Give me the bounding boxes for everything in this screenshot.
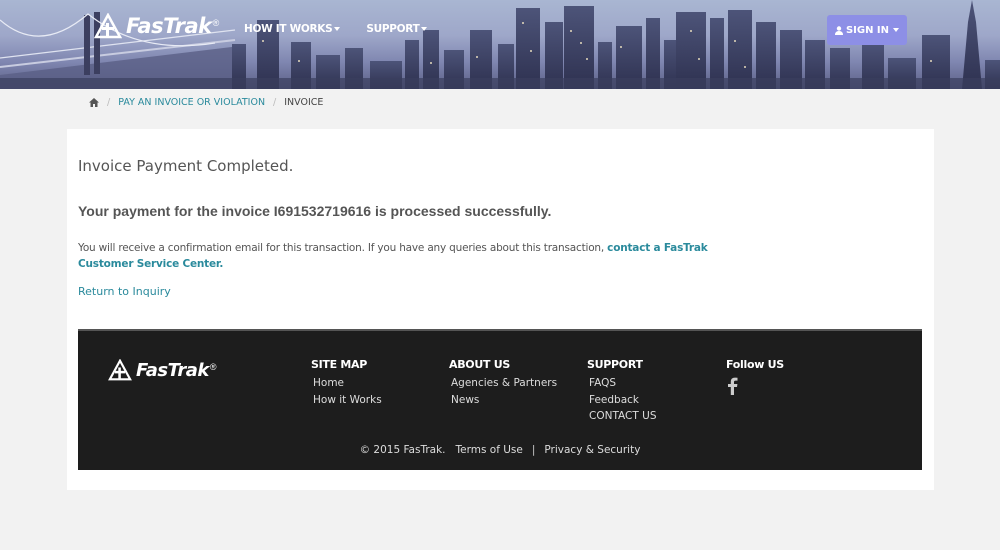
brand-name: FasTrak [126,14,212,38]
footer-fastrak-logo[interactable]: FasTrak ® [108,359,217,381]
facebook-icon[interactable] [726,377,738,395]
footer-heading-follow: Follow US [726,358,784,371]
footer-heading-support: SUPPORT [587,358,643,371]
sign-in-button[interactable]: SIGN IN [827,15,907,45]
brand-registered-mark: ® [212,18,220,28]
sign-in-label: SIGN IN [845,24,890,36]
confirmation-info-period: . [219,258,224,270]
footer-link-faqs[interactable]: FAQS [587,375,656,392]
return-to-inquiry-link[interactable]: Return to Inquiry [78,285,171,298]
fastrak-logo[interactable]: FasTrak ® [94,13,219,39]
footer-separator: | [531,444,536,456]
nav-support[interactable]: SUPPORT [366,23,428,35]
footer-link-contact-us[interactable]: CONTACT US [587,408,656,425]
footer-col-support: SUPPORT FAQS Feedback CONTACT US [587,358,656,425]
header-banner: FasTrak ® HOW IT WORKS SUPPORT SIGN IN [0,0,1000,89]
privacy-security-link[interactable]: Privacy & Security [544,444,640,456]
confirmation-info-text: You will receive a confirmation email fo… [78,242,608,254]
payment-success-message: Your payment for the invoice I6915327196… [78,203,552,219]
footer-link-how-it-works[interactable]: How it Works [311,392,382,409]
page-title: Invoice Payment Completed. [78,157,294,175]
nav-how-it-works-label: HOW IT WORKS [244,23,333,35]
footer-copyright-bar: © 2015 FasTrak. Terms of Use | Privacy & S… [78,444,922,456]
breadcrumb: / PAY AN INVOICE OR VIOLATION / INVOICE [89,95,323,109]
footer-brand-registered-mark: ® [209,362,217,372]
footer-link-home[interactable]: Home [311,375,382,392]
copyright-text: © 2015 FasTrak. [359,444,446,456]
fastrak-logo-icon [108,359,132,381]
breadcrumb-separator: / [273,96,277,108]
nav-how-it-works[interactable]: HOW IT WORKS [244,23,341,35]
footer-heading-sitemap: SITE MAP [311,358,367,371]
footer-link-feedback[interactable]: Feedback [587,392,656,409]
footer-heading-about: ABOUT US [449,358,510,371]
terms-of-use-link[interactable]: Terms of Use [456,444,523,456]
main-content-panel: Invoice Payment Completed. Your payment … [67,129,934,490]
breadcrumb-pay-invoice[interactable]: PAY AN INVOICE OR VIOLATION [118,97,265,108]
user-icon [834,25,843,35]
chevron-down-icon [334,27,341,31]
footer-col-about: ABOUT US Agencies & Partners News [449,358,557,408]
chevron-down-icon [421,27,428,31]
footer-link-agencies[interactable]: Agencies & Partners [449,375,557,392]
fastrak-logo-icon [94,13,122,39]
nav-support-label: SUPPORT [366,23,420,35]
breadcrumb-invoice: INVOICE [284,96,324,108]
footer-brand-name: FasTrak [136,359,209,381]
footer: FasTrak ® SITE MAP Home How it Works ABOU… [78,329,922,470]
footer-col-sitemap: SITE MAP Home How it Works [311,358,382,408]
confirmation-info: You will receive a confirmation email fo… [78,240,718,272]
footer-col-follow: Follow US [726,358,784,399]
chevron-down-icon [893,28,900,32]
footer-link-news[interactable]: News [449,392,557,409]
home-icon[interactable] [89,97,99,107]
breadcrumb-separator: / [107,96,111,108]
main-nav: HOW IT WORKS SUPPORT [244,23,453,35]
